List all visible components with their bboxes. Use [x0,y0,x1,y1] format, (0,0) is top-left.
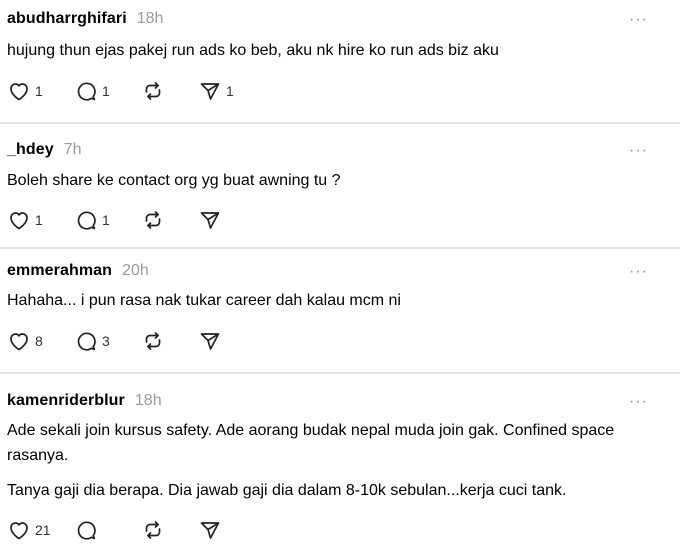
username[interactable]: emmerahman [7,262,112,280]
post-text: hujung thun ejas pakej run ads ko beb, a… [7,38,640,63]
timestamp: 7h [63,141,82,158]
post-header: abudharrghifari 18h [7,10,163,28]
share-count: 1 [226,83,234,99]
comment-icon [77,521,96,540]
comment-icon [77,211,96,230]
repost-icon [145,332,161,350]
action-bar: 1 1 [7,208,226,232]
repost-icon [145,82,161,100]
like-button[interactable]: 8 [7,329,74,353]
repost-button[interactable] [141,518,198,542]
share-button[interactable] [198,208,226,232]
like-count: 8 [35,333,43,349]
action-bar: 8 3 [7,329,226,353]
post-paragraph: hujung thun ejas pakej run ads ko beb, a… [7,42,499,59]
repost-button[interactable] [141,79,198,103]
post-text: Boleh share ke contact org yg buat awnin… [7,168,640,193]
timestamp: 18h [134,392,162,409]
send-icon [200,83,220,100]
more-options-icon[interactable]: ··· [629,143,648,159]
timestamp: 18h [136,10,164,27]
post-divider [0,372,680,374]
reply-button[interactable] [74,518,141,542]
reply-count: 1 [102,83,110,99]
like-count: 21 [35,522,51,538]
send-icon [200,333,220,350]
username[interactable]: kamenriderblur [7,392,125,410]
more-options-icon[interactable]: ··· [629,264,648,280]
reply-button[interactable]: 1 [74,79,141,103]
post-paragraph: Hahaha... i pun rasa nak tukar career da… [7,292,401,309]
share-button[interactable]: 1 [198,79,234,103]
like-button[interactable]: 1 [7,79,74,103]
heart-icon [10,333,28,351]
heart-icon [10,212,28,230]
send-icon [200,522,220,539]
post-divider [0,122,680,124]
post-paragraph: Tanya gaji dia berapa. Dia jawab gaji di… [7,482,567,499]
action-bar: 21 [7,518,226,542]
post-text: Hahaha... i pun rasa nak tukar career da… [7,288,640,313]
reply-button[interactable]: 3 [74,329,141,353]
like-button[interactable]: 21 [7,518,74,542]
repost-icon [145,211,161,229]
reply-count: 1 [102,212,110,228]
post-header: emmerahman 20h [7,262,149,280]
share-button[interactable] [198,329,226,353]
like-button[interactable]: 1 [7,208,74,232]
username[interactable]: _hdey [7,141,54,159]
post-text: Ade sekali join kursus safety. Ade aoran… [7,418,640,503]
repost-button[interactable] [141,329,198,353]
heart-icon [10,522,28,540]
timestamp: 20h [122,262,149,279]
post-divider [0,247,680,249]
post-paragraph: Boleh share ke contact org yg buat awnin… [7,172,341,189]
more-options-icon[interactable]: ··· [629,12,648,28]
post-header: _hdey 7h [7,141,82,159]
more-options-icon[interactable]: ··· [629,394,648,410]
like-count: 1 [35,212,43,228]
username[interactable]: abudharrghifari [7,10,127,28]
reply-button[interactable]: 1 [74,208,141,232]
heart-icon [10,83,28,101]
comment-icon [77,332,96,351]
action-bar: 1 1 1 [7,79,234,103]
share-button[interactable] [198,518,226,542]
reply-count: 3 [102,333,110,349]
post-paragraph: Ade sekali join kursus safety. Ade aoran… [7,422,615,464]
send-icon [200,212,220,229]
like-count: 1 [35,83,43,99]
comment-icon [77,82,96,101]
post-header: kamenriderblur 18h [7,392,162,410]
repost-icon [145,521,161,539]
repost-button[interactable] [141,208,198,232]
